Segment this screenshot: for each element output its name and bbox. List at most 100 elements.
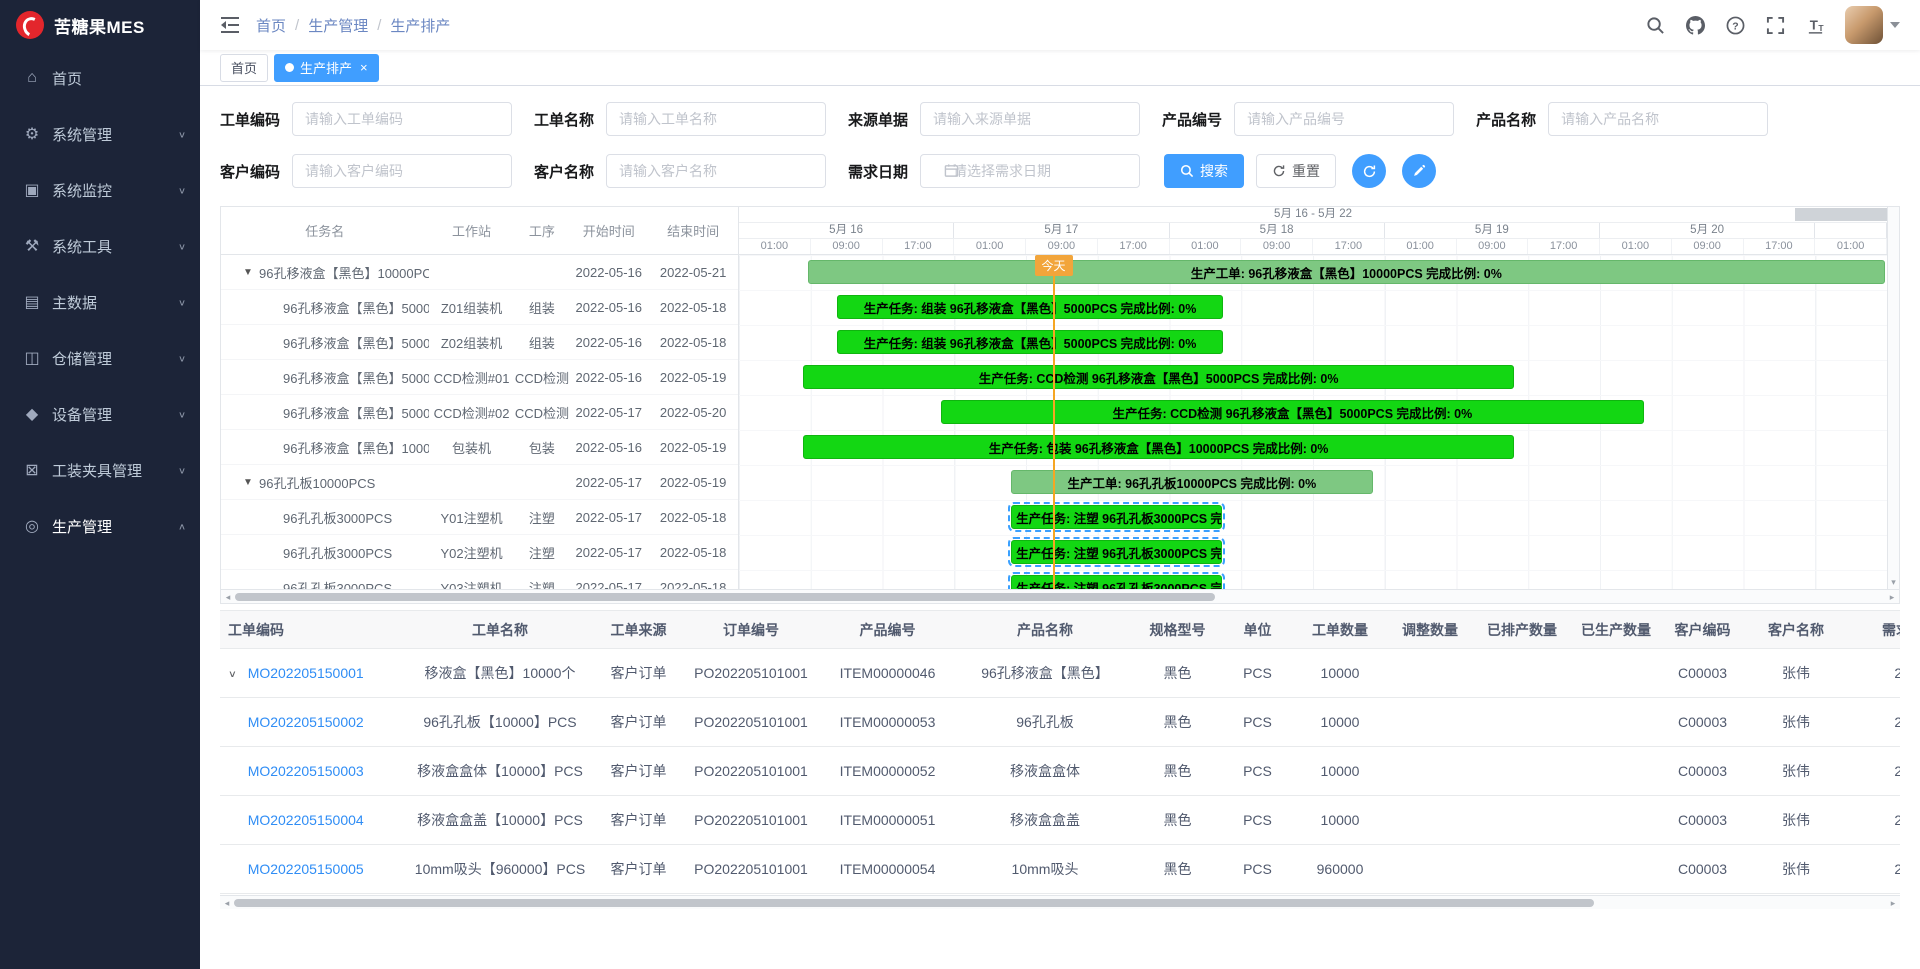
font-size-icon[interactable]: T T: [1805, 15, 1825, 35]
scroll-down-arrow-icon[interactable]: ▾: [1888, 577, 1899, 588]
table-row[interactable]: ∨ MO202205150005 10mm吸头【960000】PCS 客户订单 …: [220, 845, 1900, 894]
gantt-task-row[interactable]: 96孔移液盒【黑色】10000PCS 包装机 包装 2022-05-16 202…: [221, 430, 738, 465]
gantt-task-row[interactable]: 96孔移液盒【黑色】5000PCS CCD检测#01 CCD检测 2022-05…: [221, 360, 738, 395]
work-order-link[interactable]: MO202205150004: [248, 812, 364, 828]
gantt-task-row[interactable]: 96孔孔板3000PCS Y02注塑机 注塑 2022-05-17 2022-0…: [221, 535, 738, 570]
sidebar-item[interactable]: ⚒ 系统工具 ∨: [0, 218, 200, 274]
view-tab[interactable]: 生产排产 ×: [274, 54, 379, 82]
scroll-left-arrow-icon[interactable]: ◂: [220, 896, 234, 910]
reset-button[interactable]: 重置: [1256, 154, 1336, 188]
column-header[interactable]: 规格型号: [1135, 611, 1220, 649]
gantt-bar[interactable]: 生产任务: CCD检测 96孔移液盒【黑色】5000PCS 完成比例: 0%: [941, 400, 1644, 424]
scrollbar-thumb[interactable]: [234, 899, 1594, 907]
produced-qty-cell: [1569, 649, 1663, 698]
search-button[interactable]: 搜索: [1164, 154, 1244, 188]
product-name-cell: 移液盒盒盖: [955, 796, 1135, 845]
sidebar-item[interactable]: ▤ 主数据 ∨: [0, 274, 200, 330]
gantt-horizontal-scrollbar[interactable]: ◂ ▸: [221, 589, 1899, 603]
avatar[interactable]: [1845, 6, 1883, 44]
table-row[interactable]: ∨ MO202205150003 移液盒盒体【10000】PCS 客户订单 PO…: [220, 747, 1900, 796]
row-expand-caret[interactable]: ▼: [243, 267, 259, 278]
breadcrumb-item[interactable]: 生产排产 /: [390, 15, 450, 36]
gantt-task-row[interactable]: ▼ 96孔移液盒【黑色】10000PCS 2022-05-16 2022-05-…: [221, 255, 738, 290]
filter-input[interactable]: [292, 102, 512, 136]
timeline-day-cell: 5月 20: [1600, 223, 1815, 238]
user-menu[interactable]: [1845, 6, 1900, 44]
filter-input[interactable]: [606, 102, 826, 136]
view-tab[interactable]: 首页 ×: [220, 54, 268, 82]
sidebar-item[interactable]: ◆ 设备管理 ∨: [0, 386, 200, 442]
work-order-link[interactable]: MO202205150002: [248, 714, 364, 730]
scroll-right-arrow-icon[interactable]: ▸: [1886, 896, 1900, 910]
help-icon[interactable]: ?: [1725, 15, 1745, 35]
work-order-link[interactable]: MO202205150001: [248, 665, 364, 681]
gantt-bar[interactable]: 生产任务: CCD检测 96孔移液盒【黑色】5000PCS 完成比例: 0%: [803, 365, 1514, 389]
sidebar-item[interactable]: ⌂ 首页: [0, 50, 200, 106]
scroll-left-arrow-icon[interactable]: ◂: [221, 590, 235, 604]
scrollbar-thumb[interactable]: [235, 593, 1215, 601]
column-header[interactable]: 调整数量: [1385, 611, 1475, 649]
row-expand-caret[interactable]: ∨: [228, 668, 237, 679]
scroll-right-arrow-icon[interactable]: ▸: [1885, 590, 1899, 604]
gantt-vertical-scrollbar[interactable]: ▾: [1887, 207, 1899, 589]
gantt-task-row[interactable]: 96孔移液盒【黑色】5000PCS Z02组装机 组装 2022-05-16 2…: [221, 325, 738, 360]
breadcrumb-item[interactable]: 首页 /: [256, 15, 299, 36]
fullscreen-icon[interactable]: [1765, 15, 1785, 35]
column-header[interactable]: 工单名称: [405, 611, 595, 649]
timeline-scrollbar-thumb[interactable]: [1795, 208, 1887, 221]
gantt-bar[interactable]: 生产任务: 注塑 96孔孔板3000PCS 完成比例: 0%: [1011, 505, 1222, 529]
gantt-task-row[interactable]: 96孔孔板3000PCS Y03注塑机 注塑 2022-05-17 2022-0…: [221, 570, 738, 589]
close-icon[interactable]: ×: [360, 61, 368, 74]
column-header[interactable]: 工单数量: [1295, 611, 1385, 649]
table-row[interactable]: ∨ MO202205150002 96孔孔板【10000】PCS 客户订单 PO…: [220, 698, 1900, 747]
search-icon[interactable]: [1645, 15, 1665, 35]
gantt-task-row[interactable]: 96孔移液盒【黑色】5000PCS CCD检测#02 CCD检测 2022-05…: [221, 395, 738, 430]
column-header[interactable]: 需求日期: [1850, 611, 1900, 649]
column-header[interactable]: 工单来源: [595, 611, 682, 649]
breadcrumb-item[interactable]: 生产管理 /: [308, 15, 381, 36]
gantt-task-row[interactable]: ▼ 96孔孔板10000PCS 2022-05-17 2022-05-19: [221, 465, 738, 500]
column-header[interactable]: 产品名称: [955, 611, 1135, 649]
filter-input[interactable]: [920, 102, 1140, 136]
column-header[interactable]: 产品编号: [820, 611, 955, 649]
gantt-bar[interactable]: 生产任务: 包装 96孔移液盒【黑色】10000PCS 完成比例: 0%: [803, 435, 1514, 459]
sidebar-item[interactable]: ▣ 系统监控 ∨: [0, 162, 200, 218]
column-header[interactable]: 客户名称: [1742, 611, 1850, 649]
gantt-bar[interactable]: 生产任务: 组装 96孔移液盒【黑色】5000PCS 完成比例: 0%: [837, 330, 1224, 354]
filter-input[interactable]: [920, 154, 1140, 188]
gantt-bar[interactable]: 生产任务: 注塑 96孔孔板3000PCS 完成比例: 0%: [1011, 575, 1222, 589]
column-header[interactable]: 工单编码: [220, 611, 405, 649]
gantt-task-row[interactable]: 96孔移液盒【黑色】5000PCS Z01组装机 组装 2022-05-16 2…: [221, 290, 738, 325]
column-header[interactable]: 已生产数量: [1569, 611, 1663, 649]
column-header[interactable]: 客户编码: [1663, 611, 1742, 649]
spec-model-cell: 黑色: [1135, 698, 1220, 747]
sidebar-item[interactable]: ⊠ 工装夹具管理 ∨: [0, 442, 200, 498]
work-order-link[interactable]: MO202205150003: [248, 763, 364, 779]
row-expand-caret[interactable]: ▼: [243, 477, 259, 488]
sidebar-item[interactable]: ◫ 仓储管理 ∨: [0, 330, 200, 386]
table-row[interactable]: ∨ MO202205150004 移液盒盒盖【10000】PCS 客户订单 PO…: [220, 796, 1900, 845]
sidebar-item[interactable]: ◎ 生产管理 ∧: [0, 498, 200, 554]
timeline-day-cell: [1815, 223, 1887, 238]
table-row[interactable]: ∨ MO202205150001 移液盒【黑色】10000个 客户订单 PO20…: [220, 649, 1900, 698]
gantt-bar[interactable]: 生产任务: 组装 96孔移液盒【黑色】5000PCS 完成比例: 0%: [837, 295, 1224, 319]
column-header[interactable]: 已排产数量: [1475, 611, 1569, 649]
gantt-bar[interactable]: 生产任务: 注塑 96孔孔板3000PCS 完成比例: 0%: [1011, 540, 1222, 564]
gantt-bar[interactable]: 生产工单: 96孔移液盒【黑色】10000PCS 完成比例: 0%: [808, 260, 1885, 284]
work-order-link[interactable]: MO202205150005: [248, 861, 364, 877]
filter-input[interactable]: [1548, 102, 1768, 136]
table-horizontal-scrollbar[interactable]: ◂ ▸: [220, 895, 1900, 909]
sidebar-item[interactable]: ⚙ 系统管理 ∨: [0, 106, 200, 162]
filter-input[interactable]: [606, 154, 826, 188]
github-icon[interactable]: [1685, 15, 1705, 35]
scheduled-qty-cell: [1475, 698, 1569, 747]
column-header[interactable]: 订单编号: [682, 611, 820, 649]
filter-input[interactable]: [1234, 102, 1454, 136]
gantt-bar[interactable]: 生产工单: 96孔孔板10000PCS 完成比例: 0%: [1011, 470, 1373, 494]
hamburger-icon[interactable]: [220, 15, 240, 35]
gantt-task-row[interactable]: 96孔孔板3000PCS Y01注塑机 注塑 2022-05-17 2022-0…: [221, 500, 738, 535]
filter-input[interactable]: [292, 154, 512, 188]
column-header[interactable]: 单位: [1220, 611, 1295, 649]
refresh-circle-button[interactable]: [1352, 154, 1386, 188]
edit-circle-button[interactable]: [1402, 154, 1436, 188]
